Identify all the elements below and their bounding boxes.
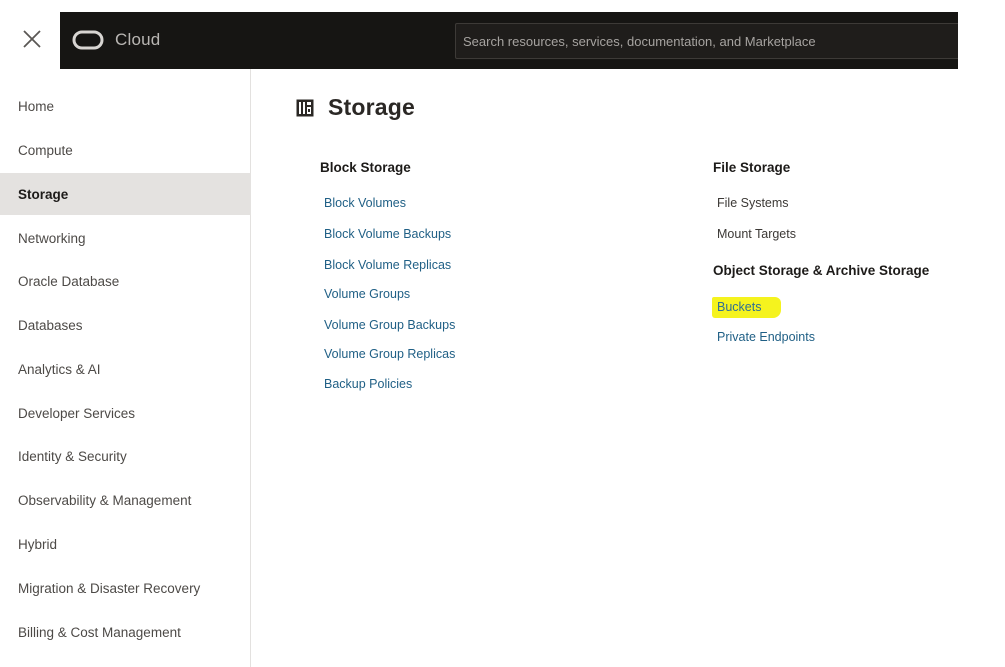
link-block-volumes[interactable]: Block Volumes <box>324 196 406 210</box>
link-block-volume-replicas[interactable]: Block Volume Replicas <box>324 258 451 272</box>
sidebar-item-developer-services[interactable]: Developer Services <box>0 392 251 434</box>
sidebar-item-databases[interactable]: Databases <box>0 304 251 346</box>
sidebar-item-networking[interactable]: Networking <box>0 217 251 259</box>
block-storage-heading: Block Storage <box>320 160 411 175</box>
page-title-text: Storage <box>328 94 416 120</box>
sidebar-item-analytics-ai[interactable]: Analytics & AI <box>0 348 251 390</box>
page-title: Storage <box>296 94 415 121</box>
storage-icon <box>296 99 314 117</box>
link-volume-group-backups[interactable]: Volume Group Backups <box>324 318 455 332</box>
main-content: Storage Block Storage Block Volumes Bloc… <box>252 69 1005 667</box>
close-icon <box>23 30 41 48</box>
sidebar-item-hybrid[interactable]: Hybrid <box>0 523 251 565</box>
sidebar-nav: Home Compute Storage Networking Oracle D… <box>0 69 251 667</box>
link-volume-group-replicas[interactable]: Volume Group Replicas <box>324 347 455 361</box>
sidebar-item-compute[interactable]: Compute <box>0 129 251 171</box>
sidebar-item-observability-management[interactable]: Observability & Management <box>0 479 251 521</box>
link-volume-groups[interactable]: Volume Groups <box>324 287 410 301</box>
object-storage-heading: Object Storage & Archive Storage <box>713 263 930 278</box>
sidebar-item-oracle-database[interactable]: Oracle Database <box>0 260 251 302</box>
top-navigation-bar: Cloud <box>60 12 958 69</box>
oracle-logo-icon <box>72 29 104 51</box>
link-buckets[interactable]: Buckets <box>712 297 782 318</box>
search-box[interactable] <box>455 23 958 59</box>
sidebar-item-home[interactable]: Home <box>0 85 251 127</box>
link-mount-targets[interactable]: Mount Targets <box>717 227 796 241</box>
link-file-systems[interactable]: File Systems <box>717 196 789 210</box>
link-block-volume-backups[interactable]: Block Volume Backups <box>324 227 451 241</box>
sidebar-item-billing-cost-management[interactable]: Billing & Cost Management <box>0 611 251 653</box>
file-storage-heading: File Storage <box>713 160 791 175</box>
sidebar-item-identity-security[interactable]: Identity & Security <box>0 435 251 477</box>
sidebar-item-storage[interactable]: Storage <box>0 173 251 215</box>
link-private-endpoints[interactable]: Private Endpoints <box>717 330 815 344</box>
brand-text: Cloud <box>115 30 161 49</box>
sidebar-item-migration-disaster-recovery[interactable]: Migration & Disaster Recovery <box>0 567 251 609</box>
close-menu-button[interactable] <box>18 25 46 53</box>
search-input[interactable] <box>456 24 958 58</box>
brand-link[interactable]: Cloud <box>72 29 160 51</box>
link-backup-policies[interactable]: Backup Policies <box>324 377 412 391</box>
